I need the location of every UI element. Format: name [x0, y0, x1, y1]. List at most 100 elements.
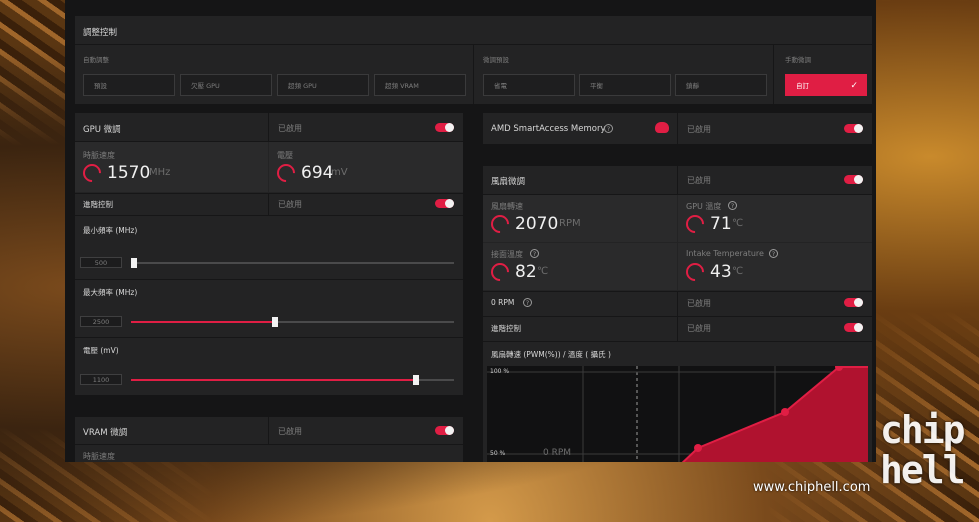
- gpu-tuning-title: GPU 微調: [83, 125, 121, 135]
- fan-speed-gauge-icon: [487, 211, 513, 237]
- min-freq-label: 最小頻率 (MHz): [83, 226, 138, 235]
- auto-undervolt-gpu-button[interactable]: 欠壓 GPU: [180, 74, 272, 96]
- vram-tuning-title: VRAM 微調: [83, 428, 128, 438]
- junction-temp-cell: 接面溫度 ? 82 ℃: [483, 243, 677, 290]
- zero-rpm-marker-label: 0 RPM: [543, 448, 572, 458]
- min-freq-slider-thumb[interactable]: [131, 258, 137, 268]
- fan-speed-unit: RPM: [559, 218, 581, 229]
- intake-temp-unit: ℃: [732, 266, 744, 277]
- gpu-clock-cell: 時脈速度 1570 MHz: [75, 142, 268, 192]
- fan-curve-title: 風扇轉速 (PWM(%)) / 溫度 ( 攝氏 ): [491, 350, 611, 359]
- fan-speed-cell: 風扇轉速 2070 RPM: [483, 195, 677, 242]
- intake-temp-gauge-icon: [682, 259, 708, 285]
- intake-temp-value: 43: [710, 262, 732, 282]
- gpu-voltage-label: 電壓: [277, 151, 293, 160]
- sam-status: 已啟用: [687, 125, 711, 134]
- amd-software-window: 調整控制 自動調整 預設 欠壓 GPU 超頻 GPU 超頻 VRAM 微調預設 …: [65, 0, 876, 462]
- gpu-advanced-status: 已啟用: [278, 200, 302, 209]
- gpu-advanced-label: 進階控制: [83, 200, 113, 209]
- sam-title: AMD SmartAccess Memory: [491, 124, 606, 134]
- vram-clock-label: 時脈速度: [83, 452, 115, 461]
- voltage-mv-input[interactable]: 1100: [80, 374, 122, 385]
- gpu-voltage-unit: mV: [331, 167, 348, 178]
- gpu-clock-gauge-icon: [79, 160, 105, 186]
- fan-tuning-title: 風扇微調: [491, 177, 526, 187]
- min-freq-slider-track[interactable]: [131, 262, 454, 264]
- fan-advanced-label: 進階控制: [491, 324, 521, 333]
- fan-speed-label: 風扇轉速: [491, 202, 523, 211]
- max-freq-slider-thumb[interactable]: [272, 317, 278, 327]
- gpu-temp-cell: GPU 溫度 ? 71 ℃: [678, 195, 872, 242]
- max-freq-label: 最大頻率 (MHz): [83, 288, 138, 297]
- intake-temp-label: Intake Temperature: [686, 249, 764, 258]
- gpu-tuning-status: 已啟用: [278, 124, 302, 133]
- y-axis-mid-label: 50 %: [490, 450, 506, 457]
- preset-balanced-button[interactable]: 平衡: [579, 74, 671, 96]
- voltage-slider-thumb[interactable]: [413, 375, 419, 385]
- fan-speed-value: 2070: [515, 214, 559, 234]
- fan-curve-chart[interactable]: 100 % 50 % 0 RPM: [487, 366, 868, 462]
- gpu-clock-value: 1570: [107, 163, 151, 183]
- zero-rpm-toggle[interactable]: [844, 298, 863, 307]
- vram-tuning-status: 已啟用: [278, 427, 302, 436]
- junction-temp-gauge-icon: [487, 259, 513, 285]
- tuning-control-title: 調整控制: [83, 28, 118, 38]
- intake-temp-help-icon[interactable]: ?: [769, 249, 778, 258]
- junction-temp-help-icon[interactable]: ?: [530, 249, 539, 258]
- y-axis-top-label: 100 %: [490, 368, 510, 375]
- gpu-tuning-toggle[interactable]: [435, 123, 454, 132]
- fan-curve-point: [694, 444, 702, 452]
- voltage-slider-fill: [131, 379, 416, 381]
- zero-rpm-help-icon[interactable]: ?: [523, 298, 532, 307]
- gpu-clock-unit: MHz: [149, 167, 171, 178]
- zero-rpm-status: 已啟用: [687, 299, 711, 308]
- brain-icon: [655, 122, 669, 133]
- fan-curve-point: [781, 408, 789, 416]
- sam-help-icon[interactable]: ?: [604, 124, 613, 133]
- tuning-control-panel: 調整控制 自動調整 預設 欠壓 GPU 超頻 GPU 超頻 VRAM 微調預設 …: [75, 16, 872, 104]
- manual-tuning-label: 手動微調: [785, 56, 811, 64]
- auto-tuning-label: 自動調整: [83, 56, 109, 64]
- gpu-advanced-toggle[interactable]: [435, 199, 454, 208]
- chiphell-logo: chip hell: [880, 408, 966, 492]
- intake-temp-cell: Intake Temperature ? 43 ℃: [678, 243, 872, 290]
- fan-advanced-status: 已啟用: [687, 324, 711, 333]
- gpu-voltage-value: 694: [301, 163, 334, 183]
- max-freq-slider-fill: [131, 321, 275, 323]
- gpu-temp-unit: ℃: [732, 218, 744, 229]
- gpu-temp-gauge-icon: [682, 211, 708, 237]
- junction-temp-unit: ℃: [537, 266, 549, 277]
- auto-overclock-vram-button[interactable]: 超頻 VRAM: [374, 74, 466, 96]
- vram-tuning-panel: VRAM 微調 已啟用 時脈速度: [75, 417, 463, 462]
- gpu-tuning-panel: GPU 微調 已啟用 時脈速度 1570 MHz 電壓 694 mV 進階控制 …: [75, 113, 463, 395]
- gpu-clock-label: 時脈速度: [83, 151, 115, 160]
- chiphell-watermark: www.chiphell.com: [753, 480, 871, 495]
- fan-tuning-status: 已啟用: [687, 176, 711, 185]
- auto-overclock-gpu-button[interactable]: 超頻 GPU: [277, 74, 369, 96]
- fan-advanced-toggle[interactable]: [844, 323, 863, 332]
- zero-rpm-label: 0 RPM: [491, 298, 515, 307]
- min-freq-input[interactable]: 500: [80, 257, 122, 268]
- custom-label: 自訂: [796, 82, 809, 90]
- gpu-temp-label: GPU 溫度: [686, 202, 722, 211]
- checkmark-icon: ✓: [850, 81, 858, 91]
- junction-temp-label: 接面溫度: [491, 250, 523, 259]
- gpu-temp-value: 71: [710, 214, 732, 234]
- gpu-temp-help-icon[interactable]: ?: [728, 201, 737, 210]
- auto-default-button[interactable]: 預設: [83, 74, 175, 96]
- junction-temp-value: 82: [515, 262, 537, 282]
- sam-toggle[interactable]: [844, 124, 863, 133]
- preset-quiet-button[interactable]: 省電: [483, 74, 575, 96]
- manual-custom-button[interactable]: 自訂 ✓: [785, 74, 867, 96]
- fan-curve-area: [683, 367, 868, 462]
- preset-rage-button[interactable]: 鎮靜: [675, 74, 767, 96]
- gpu-voltage-cell: 電壓 694 mV: [269, 142, 463, 192]
- smartaccess-memory-panel: AMD SmartAccess Memory ? 已啟用: [483, 113, 872, 144]
- voltage-mv-label: 電壓 (mV): [83, 346, 119, 355]
- vram-tuning-toggle[interactable]: [435, 426, 454, 435]
- max-freq-input[interactable]: 2500: [80, 316, 122, 327]
- preset-tuning-label: 微調預設: [483, 56, 509, 64]
- fan-tuning-toggle[interactable]: [844, 175, 863, 184]
- gpu-voltage-gauge-icon: [273, 160, 299, 186]
- fan-tuning-panel: 風扇微調 已啟用 風扇轉速 2070 RPM GPU 溫度 ? 71 ℃ 接面溫…: [483, 166, 872, 462]
